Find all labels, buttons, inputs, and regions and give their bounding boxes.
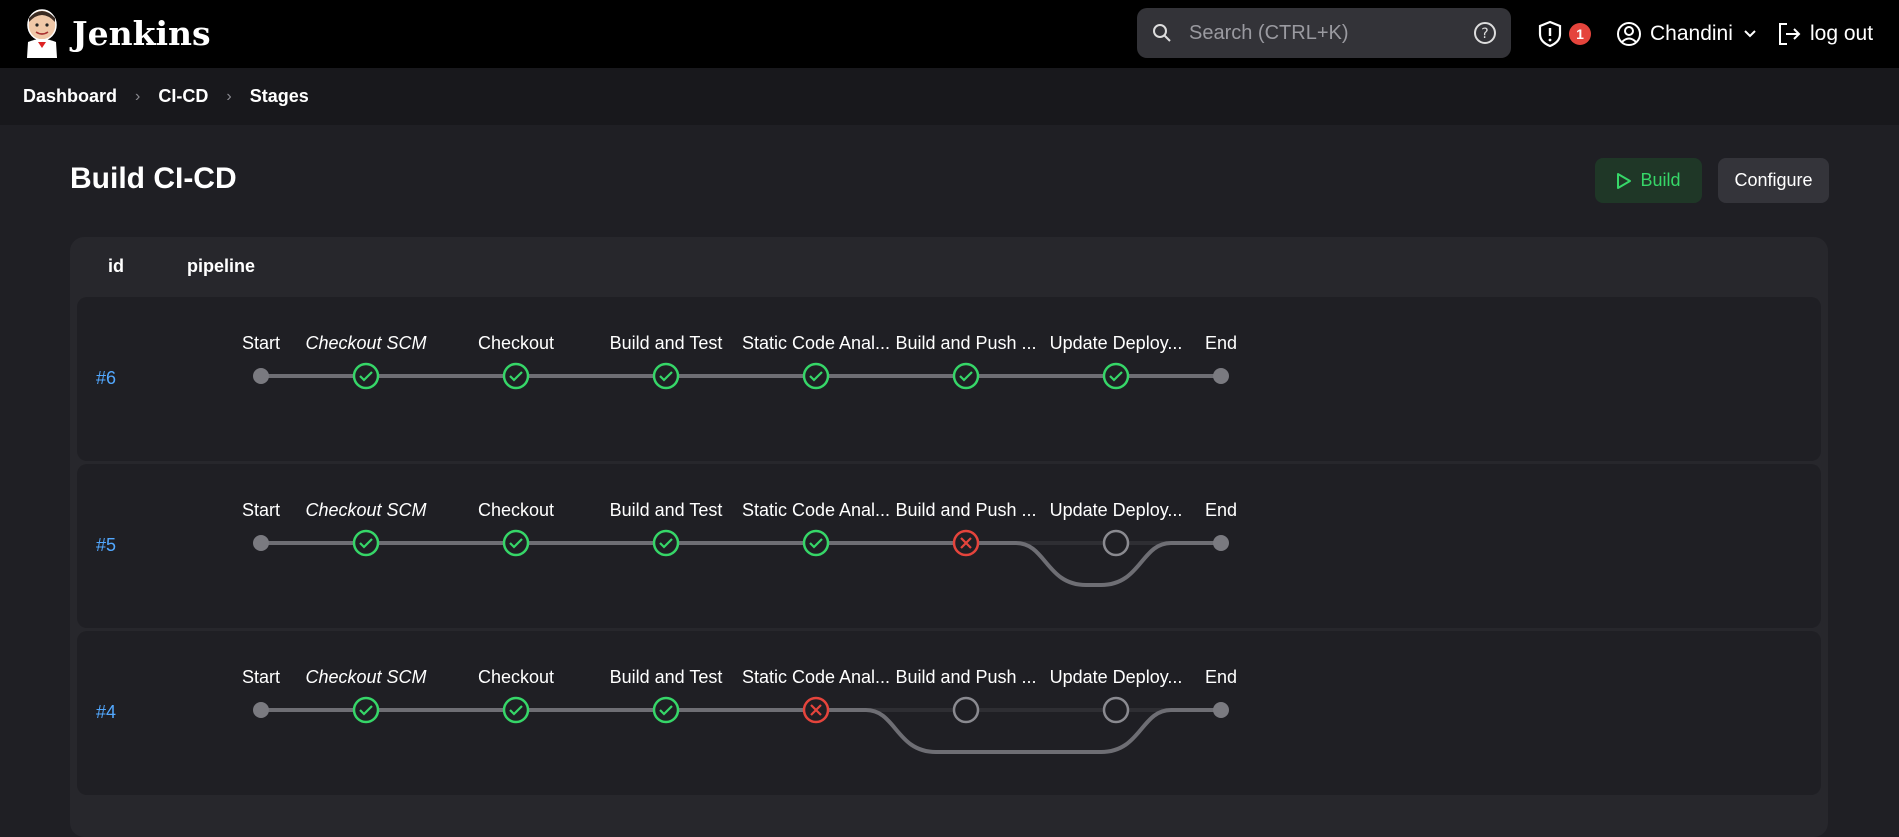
stage-node-build-and-test-success-icon[interactable] xyxy=(652,696,680,724)
stage-node-checkout-success-icon[interactable] xyxy=(502,696,530,724)
stage-node-static-code-analysis-failure-icon[interactable] xyxy=(802,696,830,724)
bypass-connector xyxy=(816,708,1221,754)
stage-node-start-endpoint-icon xyxy=(253,702,269,718)
stage-node-end-endpoint-icon xyxy=(1213,702,1229,718)
pipeline-graph xyxy=(253,696,1229,754)
stage-node-checkout-scm-success-icon[interactable] xyxy=(352,696,380,724)
stage-node-update-deploy-skipped-icon[interactable] xyxy=(1102,696,1130,724)
stage-node-build-and-push-skipped-icon[interactable] xyxy=(952,696,980,724)
